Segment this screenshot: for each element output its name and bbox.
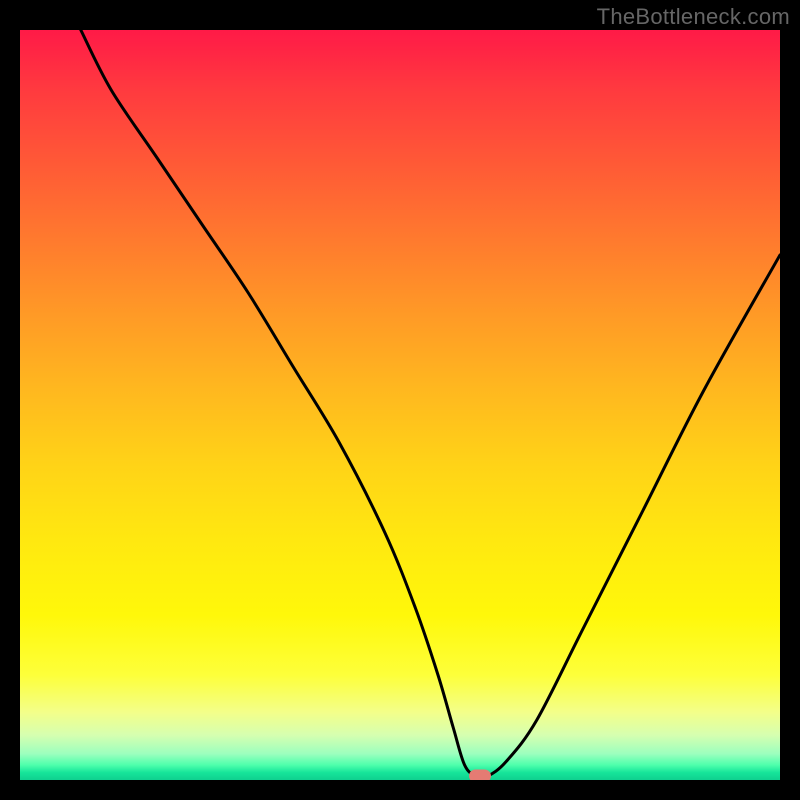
curve-layer (20, 30, 780, 780)
chart-frame: TheBottleneck.com (0, 0, 800, 800)
bottleneck-curve (81, 30, 780, 778)
watermark-label: TheBottleneck.com (597, 4, 790, 30)
plot-area (20, 30, 780, 780)
optimal-marker (469, 769, 491, 780)
